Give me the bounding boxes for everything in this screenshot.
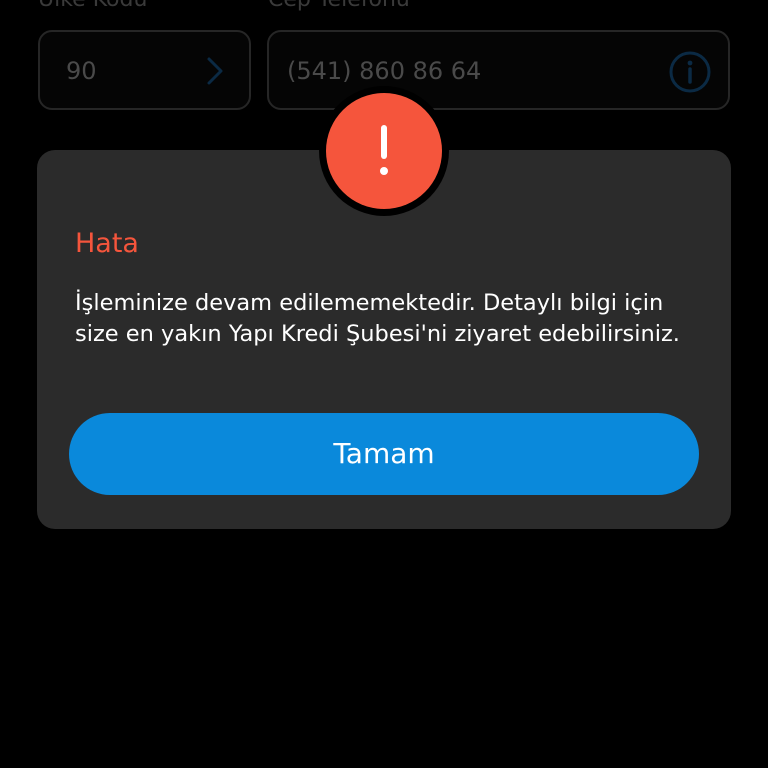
exclamation-icon xyxy=(380,125,388,175)
chevron-right-icon xyxy=(205,56,225,86)
alert-badge xyxy=(326,93,442,209)
dialog-message: İşleminize devam edilememektedir. Detayl… xyxy=(75,290,680,347)
country-code-value: 90 xyxy=(66,57,97,85)
phone-value: (541) 860 86 64 xyxy=(287,57,482,85)
country-code-label: Ülke Kodu xyxy=(38,0,147,12)
dialog-title: Hata xyxy=(75,228,139,259)
phone-field[interactable]: (541) 860 86 64 xyxy=(267,30,730,110)
country-code-field[interactable]: 90 xyxy=(38,30,251,110)
screen: Ülke Kodu Cep Telefonu 90 (541) 860 86 6… xyxy=(0,0,768,768)
ok-button[interactable]: Tamam xyxy=(69,413,699,495)
phone-label: Cep Telefonu xyxy=(268,0,410,12)
info-icon[interactable] xyxy=(668,50,712,94)
